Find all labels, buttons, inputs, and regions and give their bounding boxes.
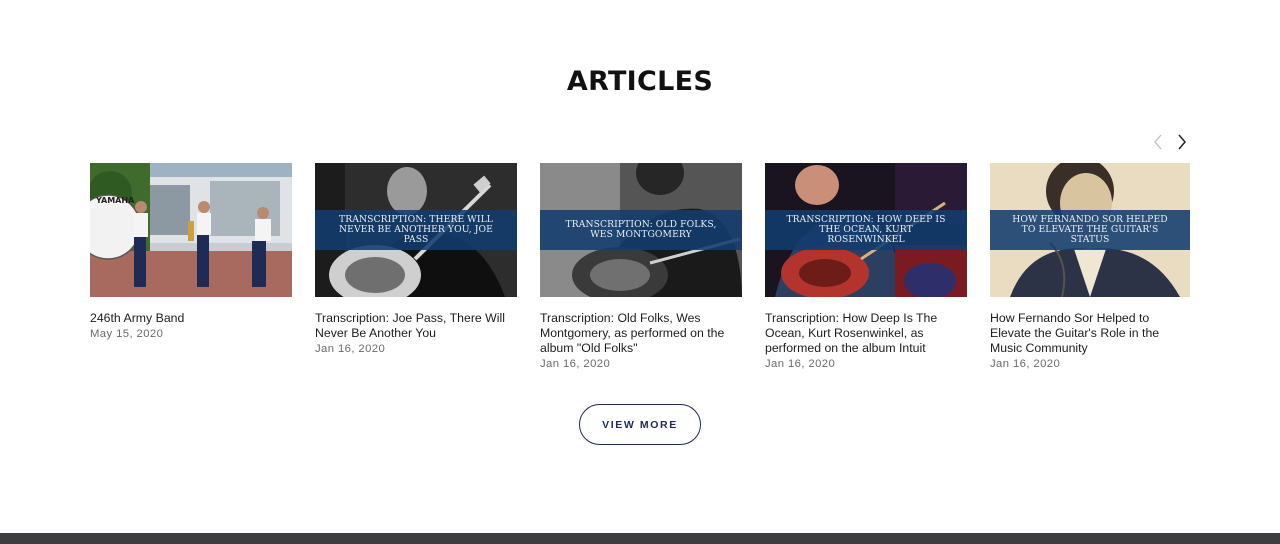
carousel-prev-button[interactable]	[1148, 132, 1168, 152]
article-title[interactable]: Transcription: Joe Pass, There Will Neve…	[315, 311, 517, 341]
article-banner: Transcription: How Deep Is The Ocean, Ku…	[765, 210, 967, 250]
article-thumbnail[interactable]: Transcription: There Will Never Be Anoth…	[315, 163, 517, 297]
carousel-next-button[interactable]	[1172, 132, 1192, 152]
article-banner: Transcription: There Will Never Be Anoth…	[315, 210, 517, 250]
svg-text:YAMAHA: YAMAHA	[95, 196, 135, 205]
article-title[interactable]: 246th Army Band	[90, 311, 292, 326]
chevron-right-icon	[1178, 134, 1186, 150]
article-card[interactable]: Transcription: There Will Never Be Anoth…	[315, 163, 517, 355]
article-title[interactable]: Transcription: How Deep Is The Ocean, Ku…	[765, 311, 967, 356]
article-thumbnail[interactable]: YAMAHA	[90, 163, 292, 297]
article-title[interactable]: Transcription: Old Folks, Wes Montgomery…	[540, 311, 742, 356]
article-date: Jan 16, 2020	[765, 358, 836, 370]
article-card[interactable]: YAMAHA 246th Army Band May 15, 2020	[90, 163, 292, 340]
article-date: Jan 16, 2020	[540, 358, 611, 370]
article-thumbnail[interactable]: How Fernando Sor Helped to Elevate the G…	[990, 163, 1190, 297]
article-date: Jan 16, 2020	[990, 358, 1061, 370]
article-card[interactable]: Transcription: How Deep Is The Ocean, Ku…	[765, 163, 967, 370]
article-banner: How Fernando Sor Helped to Elevate the G…	[990, 210, 1190, 250]
article-card[interactable]: How Fernando Sor Helped to Elevate the G…	[990, 163, 1190, 370]
chevron-left-icon	[1154, 134, 1162, 150]
article-date: May 15, 2020	[90, 328, 164, 340]
view-more-button[interactable]: VIEW MORE	[579, 404, 701, 445]
article-banner: Transcription: Old Folks, Wes Montgomery	[540, 210, 742, 250]
carousel-nav	[1148, 132, 1196, 152]
footer-bar	[0, 533, 1280, 544]
article-card[interactable]: Transcription: Old Folks, Wes Montgomery…	[540, 163, 742, 370]
article-thumbnail[interactable]: Transcription: Old Folks, Wes Montgomery	[540, 163, 742, 297]
section-title: ARTICLES	[566, 66, 714, 97]
article-title[interactable]: How Fernando Sor Helped to Elevate the G…	[990, 311, 1190, 356]
article-date: Jan 16, 2020	[315, 343, 386, 355]
marching-band-photo: YAMAHA	[90, 163, 292, 297]
article-thumbnail[interactable]: Transcription: How Deep Is The Ocean, Ku…	[765, 163, 967, 297]
articles-carousel: YAMAHA 246th Army Band May 15, 2020 TRAN…	[90, 163, 1190, 383]
